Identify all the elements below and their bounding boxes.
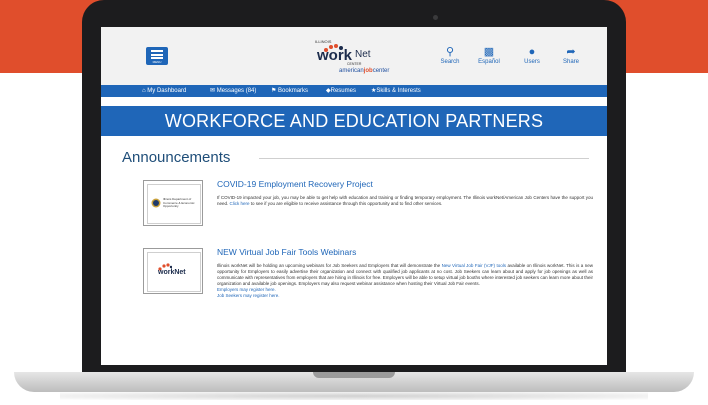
users-button[interactable]: ● Users [517,46,547,65]
article-thumbnail[interactable]: Illinois Department of Commerce & Econom… [143,180,203,226]
article-body: Illinois workNet will be holding an upco… [217,263,594,298]
logo-american-job-center: americanjobcenter [339,68,390,74]
share-label: Share [562,59,579,65]
language-button[interactable]: ▩ Español [474,46,504,65]
vjf-tools-link[interactable]: New Virtual Job Fair (VJF) tools [442,263,506,268]
language-label: Español [478,59,500,65]
laptop-notch [313,372,395,378]
users-label: Users [524,59,540,65]
laptop-shadow [60,392,648,400]
share-button[interactable]: ➦ Share [556,46,586,65]
logo-net: Net [355,49,371,60]
nav-item-dashboard[interactable]: ⌂ My Dashboard [142,85,186,97]
logo-center: CENTER [347,62,362,66]
logo-illinois: ILLINOIS [315,39,332,44]
nav-item-skills[interactable]: ★Skills & Interests [371,85,421,97]
nav-item-messages[interactable]: ✉ Messages (84) [210,85,256,97]
menu-button[interactable]: MENU [146,47,168,65]
hamburger-icon [151,50,163,52]
top-nav: ⌂ My Dashboard ✉ Messages (84) ⚑ Bookmar… [101,85,607,97]
click-here-link[interactable]: Click here [230,201,250,206]
thumb-caption: Illinois Department of Commerce & Econom… [163,197,195,209]
hamburger-icon [151,57,163,59]
job-seekers-register-link[interactable]: Job Seekers may register here. [217,293,280,298]
section-title: Announcements [122,149,231,166]
site-logo[interactable]: ILLINOIS work Net CENTER americanjobcent… [313,39,393,83]
laptop-screen: MENU ILLINOIS work Net CENTER americanjo… [101,27,607,365]
section-divider [259,158,589,159]
search-label: Search [440,59,460,65]
page-title-banner: WORKFORCE AND EDUCATION PARTNERS [101,106,607,136]
article-title-link[interactable]: COVID-19 Employment Recovery Project [217,179,373,189]
language-icon: ▩ [483,46,495,58]
article-thumbnail[interactable]: workNet [143,248,203,294]
seal-icon [151,198,161,208]
hamburger-icon [151,53,163,56]
search-button[interactable]: ⚲ Search [435,46,465,65]
share-icon: ➦ [566,46,576,58]
nav-item-bookmarks[interactable]: ⚑ Bookmarks [271,85,308,97]
users-icon: ● [528,46,536,58]
article-body: If COVID-19 impacted your job, you may b… [217,195,593,206]
site-header: MENU ILLINOIS work Net CENTER americanjo… [101,27,607,85]
employers-register-link[interactable]: Employers may register here. [217,287,276,292]
camera-icon [433,15,438,20]
thumb-caption: workNet [158,269,186,276]
menu-label: MENU [152,60,162,64]
article-title-link[interactable]: NEW Virtual Job Fair Tools Webinars [217,247,356,257]
nav-item-resumes[interactable]: ◆Resumes [326,85,356,97]
search-icon: ⚲ [445,46,455,58]
